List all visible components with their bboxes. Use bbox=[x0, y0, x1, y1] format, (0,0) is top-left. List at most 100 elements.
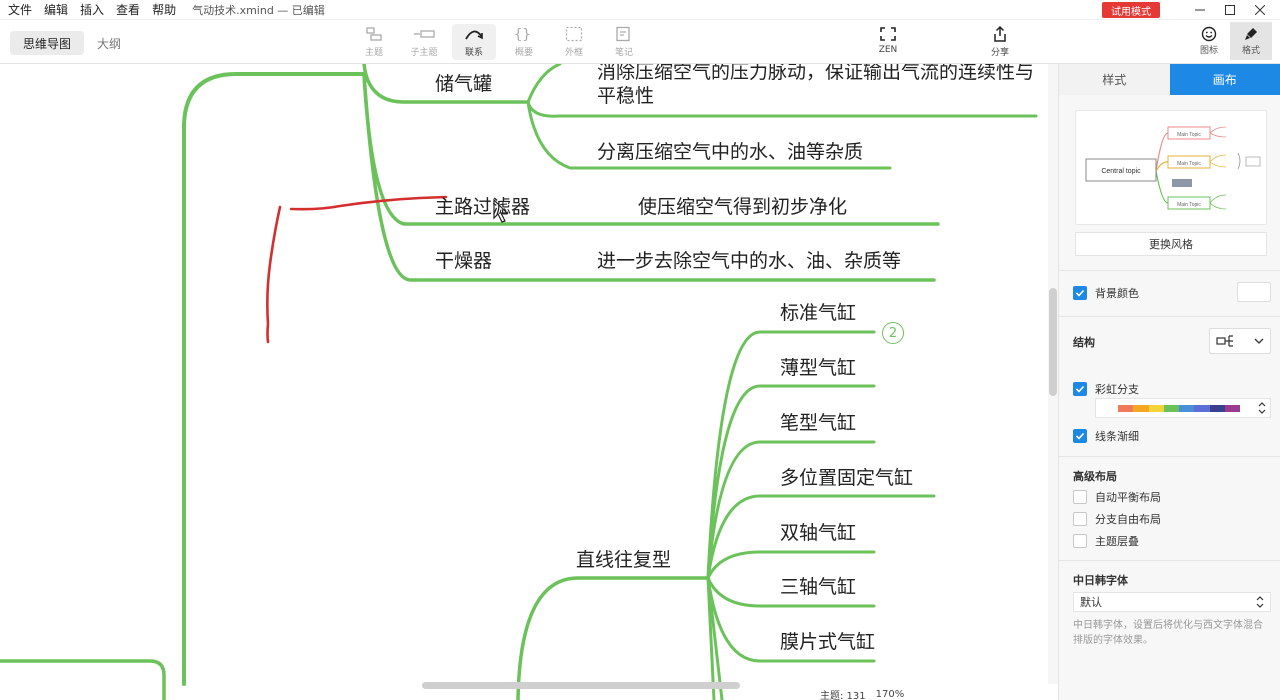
node-thin-cylinder[interactable]: 薄型气缸 bbox=[780, 356, 856, 380]
trial-mode-badge[interactable]: 试用模式 bbox=[1102, 2, 1160, 18]
share-label: 分享 bbox=[990, 48, 1009, 58]
preview-main-topic-1: Main Topic bbox=[1177, 132, 1201, 138]
menu-file[interactable]: 文件 bbox=[0, 1, 38, 18]
zoom-level[interactable]: 170% bbox=[876, 689, 905, 700]
cjk-font-value: 默认 bbox=[1080, 596, 1102, 609]
node-diaphragm-cylinder[interactable]: 膜片式气缸 bbox=[780, 630, 875, 654]
relationship-icon bbox=[465, 30, 483, 40]
emoji-icon bbox=[1201, 26, 1217, 42]
zen-button[interactable]: ZEN bbox=[866, 24, 910, 60]
panel-toggles: 图标 格式 bbox=[1188, 22, 1272, 60]
check-icon bbox=[1075, 385, 1085, 393]
menu-help[interactable]: 帮助 bbox=[146, 1, 182, 18]
menu-view[interactable]: 查看 bbox=[110, 1, 146, 18]
preview-central-topic: Central topic bbox=[1101, 168, 1141, 175]
share-button[interactable]: 分享 bbox=[978, 24, 1022, 60]
node-pen-cylinder[interactable]: 笔型气缸 bbox=[780, 411, 856, 435]
taper-line-checkbox[interactable] bbox=[1073, 429, 1087, 443]
topic-count: 主题: 131 bbox=[820, 690, 866, 700]
topic-button[interactable]: 主题 bbox=[352, 24, 396, 60]
ink-stroke-vertical bbox=[266, 205, 282, 344]
relationship-button[interactable]: 联系 bbox=[452, 24, 496, 60]
panel-divider bbox=[1059, 456, 1280, 457]
tab-mindmap[interactable]: 思维导图 bbox=[10, 31, 85, 55]
node-standard-cylinder[interactable]: 标准气缸 bbox=[780, 301, 856, 325]
node-main-filter[interactable]: 主路过滤器 bbox=[435, 195, 530, 219]
theme-preview-diagram: Central topic Main Topic Main Topic Main… bbox=[1085, 126, 1261, 210]
node-air-tank-desc-2[interactable]: 分离压缩空气中的水、油等杂质 bbox=[597, 140, 863, 164]
structure-logic-right-icon bbox=[1216, 335, 1233, 347]
advanced-layout-label: 高级布局 bbox=[1073, 470, 1117, 483]
tab-style[interactable]: 样式 bbox=[1059, 64, 1170, 95]
status-bar: 主题: 131 170% bbox=[820, 688, 1048, 700]
document-title: 气动技术.xmind — 已编辑 bbox=[192, 3, 325, 17]
svg-text:{}: {} bbox=[514, 27, 531, 42]
topic-overlap-label: 主题层叠 bbox=[1095, 535, 1139, 548]
rainbow-branch-row: 彩虹分支 bbox=[1073, 381, 1139, 397]
structure-label: 结构 bbox=[1073, 336, 1095, 349]
node-linear-reciprocating[interactable]: 直线往复型 bbox=[576, 548, 671, 572]
rainbow-branch-label: 彩虹分支 bbox=[1095, 383, 1139, 396]
bg-color-swatch[interactable] bbox=[1237, 282, 1271, 302]
rainbow-branch-checkbox[interactable] bbox=[1073, 382, 1087, 396]
menu-insert[interactable]: 插入 bbox=[74, 1, 110, 18]
bg-color-checkbox[interactable] bbox=[1073, 286, 1087, 300]
mindmap-canvas[interactable]: 储气罐 消除压缩空气的压力脉动，保证输出气流的连续性与平稳性 分离压缩空气中的水… bbox=[0, 64, 1048, 700]
node-dryer[interactable]: 干燥器 bbox=[435, 249, 492, 273]
free-branch-checkbox[interactable] bbox=[1073, 512, 1087, 526]
cjk-font-description: 中日韩字体，设置后将优化与西文字体混合排版的字体效果。 bbox=[1073, 620, 1263, 646]
menu-bar: 文件 编辑 插入 查看 帮助 气动技术.xmind — 已编辑 bbox=[0, 0, 1280, 20]
node-dryer-desc[interactable]: 进一步去除空气中的水、油、杂质等 bbox=[597, 249, 901, 273]
preview-main-topic-2: Main Topic bbox=[1177, 161, 1201, 167]
bg-color-label: 背景颜色 bbox=[1095, 287, 1139, 300]
rainbow-color-select[interactable] bbox=[1095, 398, 1271, 418]
minimize-icon bbox=[1195, 9, 1205, 11]
note-button[interactable]: 笔记 bbox=[602, 24, 646, 60]
node-dual-rod-cylinder[interactable]: 双轴气缸 bbox=[780, 521, 856, 545]
close-window-button[interactable] bbox=[1240, 0, 1280, 20]
boundary-icon bbox=[565, 26, 583, 42]
format-panel-toggle[interactable]: 格式 bbox=[1230, 22, 1272, 60]
share-icon bbox=[994, 25, 1006, 42]
node-triple-rod-cylinder[interactable]: 三轴气缸 bbox=[780, 575, 856, 599]
vertical-scroll-thumb[interactable] bbox=[1049, 288, 1057, 396]
mindmap-branches bbox=[0, 64, 1038, 700]
cjk-font-select[interactable]: 默认 bbox=[1073, 592, 1271, 612]
check-icon bbox=[1075, 289, 1085, 297]
tab-canvas[interactable]: 画布 bbox=[1169, 64, 1280, 95]
change-style-button[interactable]: 更换风格 bbox=[1075, 232, 1267, 256]
rainbow-color-bar bbox=[1118, 404, 1240, 412]
rainbow-swatch bbox=[1179, 404, 1195, 412]
auto-balance-label: 自动平衡布局 bbox=[1095, 491, 1161, 504]
updown-chevron-icon bbox=[1258, 402, 1266, 414]
auto-balance-checkbox[interactable] bbox=[1073, 490, 1087, 504]
horizontal-scroll-thumb[interactable] bbox=[422, 682, 740, 689]
node-multi-position-cylinder[interactable]: 多位置固定气缸 bbox=[780, 466, 913, 490]
taper-line-row: 线条渐细 bbox=[1073, 428, 1139, 444]
node-air-tank-desc-1[interactable]: 消除压缩空气的压力脉动，保证输出气流的连续性与平稳性 bbox=[597, 64, 1037, 108]
boundary-button[interactable]: 外框 bbox=[552, 24, 596, 60]
maximize-icon bbox=[1225, 5, 1235, 15]
check-icon bbox=[1075, 432, 1085, 440]
bg-color-row: 背景颜色 bbox=[1073, 285, 1139, 301]
note-label: 笔记 bbox=[614, 48, 633, 58]
theme-preview[interactable]: Central topic Main Topic Main Topic Main… bbox=[1075, 110, 1267, 225]
note-icon bbox=[616, 26, 630, 42]
summary-button[interactable]: {} 概要 bbox=[502, 24, 546, 60]
relationship-label: 联系 bbox=[464, 48, 483, 58]
node-main-filter-desc[interactable]: 使压缩空气得到初步净化 bbox=[638, 195, 847, 219]
vertical-scrollbar[interactable] bbox=[1048, 64, 1058, 684]
auto-balance-row: 自动平衡布局 bbox=[1073, 489, 1161, 505]
menu-edit[interactable]: 编辑 bbox=[38, 1, 74, 18]
icon-panel-toggle[interactable]: 图标 bbox=[1188, 22, 1230, 60]
rainbow-swatch bbox=[1118, 404, 1134, 412]
tab-outline[interactable]: 大纲 bbox=[84, 31, 134, 55]
structure-select[interactable] bbox=[1209, 328, 1271, 354]
node-air-tank[interactable]: 储气罐 bbox=[435, 72, 492, 96]
format-panel: 样式 画布 Central topic Main Topic Main Topi… bbox=[1058, 64, 1280, 700]
free-branch-row: 分支自由布局 bbox=[1073, 511, 1161, 527]
topic-overlap-checkbox[interactable] bbox=[1073, 534, 1087, 548]
subtopic-button[interactable]: 子主题 bbox=[402, 24, 446, 60]
collapsed-count-badge[interactable]: 2 bbox=[882, 322, 904, 344]
close-icon bbox=[1255, 5, 1265, 15]
